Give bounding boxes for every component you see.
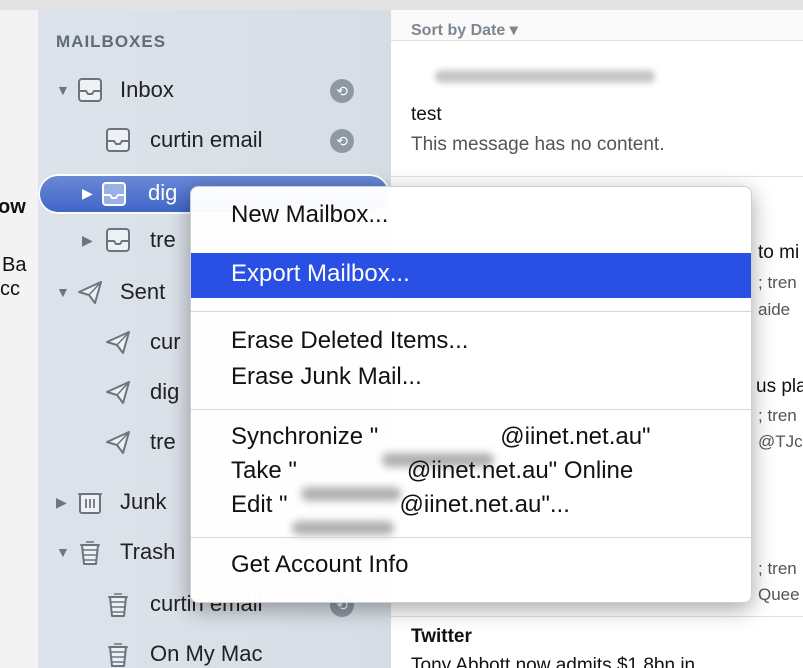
sidebar-item-label: tre xyxy=(150,227,176,252)
disclosure-triangle[interactable]: ▼ xyxy=(56,82,70,98)
inbox-tray-icon xyxy=(106,128,130,152)
sidebar-item-label: dig xyxy=(148,180,178,205)
menu-separator xyxy=(191,409,751,410)
menu-item-label: Export Mailbox... xyxy=(231,260,410,287)
partial-text: Quee xyxy=(758,585,800,604)
menu-item-new-mailbox[interactable]: New Mailbox... xyxy=(231,201,388,229)
partial-text: to mi xyxy=(758,242,800,263)
sidebar-item-label: Sent xyxy=(120,279,166,304)
menu-item-label: @iinet.net.au" xyxy=(500,423,651,450)
sidebar-item-inbox[interactable]: ▼ Inbox ⟲ xyxy=(38,70,391,114)
divider xyxy=(391,616,803,617)
disclosure-triangle[interactable]: ▶ xyxy=(82,232,93,249)
fragment-text: cc xyxy=(0,278,20,300)
menu-item-label: @iinet.net.au"... xyxy=(399,491,570,518)
paper-plane-icon xyxy=(106,381,130,404)
inbox-tray-icon xyxy=(106,228,130,252)
paper-plane-icon xyxy=(78,281,102,304)
menu-item-synchronize[interactable]: Synchronize " @iinet.net.au" xyxy=(231,423,651,467)
menu-item-label: Edit " xyxy=(231,491,288,518)
menu-item-get-account-info[interactable]: Get Account Info xyxy=(231,551,408,579)
sync-activity-icon: ⟲ xyxy=(330,129,354,153)
sidebar-item-label: On My Mac xyxy=(150,641,263,666)
menu-item-edit-account[interactable]: Edit " @iinet.net.au"... xyxy=(231,491,570,535)
message-subject: Tony Abbott now admits $1.8bn in xyxy=(411,655,696,668)
trash-can-icon xyxy=(108,643,128,667)
sidebar-item-label: dig xyxy=(150,379,180,404)
message-sender: Twitter xyxy=(411,626,472,647)
partial-text: ; tren xyxy=(758,273,797,292)
partial-text: aide xyxy=(758,300,791,319)
junk-bin-icon xyxy=(78,493,102,514)
mailbox-context-menu: New Mailbox... Export Mailbox... Erase D… xyxy=(190,186,752,603)
redacted-sender xyxy=(435,70,655,83)
sidebar-item-curtin-email[interactable]: curtin email ⟲ xyxy=(38,120,391,164)
menu-item-export-mailbox[interactable]: Export Mailbox... xyxy=(191,253,751,298)
inbox-tray-icon xyxy=(78,78,102,102)
disclosure-triangle[interactable]: ▶ xyxy=(82,185,93,202)
sidebar-item-label: Junk xyxy=(120,489,167,514)
sidebar-item-label: Inbox xyxy=(120,77,174,102)
disclosure-triangle[interactable]: ▼ xyxy=(56,544,70,560)
partial-text: ; tren xyxy=(758,559,797,578)
sort-by-date-button[interactable]: Sort by Date ▾ xyxy=(411,20,518,40)
partial-text: ; tren xyxy=(758,406,797,425)
menu-separator xyxy=(191,537,751,538)
sidebar-item-label: cur xyxy=(150,329,181,354)
partial-text: us pla xyxy=(756,376,803,397)
message-preview: This message has no content. xyxy=(411,134,665,155)
sidebar-item-label: curtin email xyxy=(150,127,263,152)
menu-item-erase-junk-mail[interactable]: Erase Junk Mail... xyxy=(231,363,422,391)
partial-text: @TJc xyxy=(758,432,803,451)
inbox-tray-icon xyxy=(102,182,126,206)
sidebar-item-label: Trash xyxy=(120,539,176,564)
sort-bar[interactable]: Sort by Date ▾ xyxy=(391,10,803,41)
fragment-text: ow xyxy=(0,196,26,218)
sidebar-item-label: tre xyxy=(150,429,176,454)
fragment-text: Ba xyxy=(2,254,27,276)
divider xyxy=(391,176,803,177)
sidebar-item-on-my-mac[interactable]: On My Mac xyxy=(38,634,391,668)
message-subject: test xyxy=(411,104,442,125)
background-window-fragment: ow Ba cc xyxy=(0,10,39,668)
disclosure-triangle[interactable]: ▼ xyxy=(56,284,70,300)
menu-item-take-online[interactable]: Take " @iinet.net.au" Online xyxy=(231,457,634,501)
sync-activity-icon: ⟲ xyxy=(330,79,354,103)
menu-item-label: Synchronize " xyxy=(231,423,379,450)
paper-plane-icon xyxy=(106,331,130,354)
menu-item-label: Take " xyxy=(231,457,297,484)
menu-item-erase-deleted-items[interactable]: Erase Deleted Items... xyxy=(231,327,468,355)
disclosure-triangle[interactable]: ▶ xyxy=(56,494,67,511)
trash-can-icon xyxy=(108,593,128,617)
paper-plane-icon xyxy=(106,431,130,454)
trash-can-icon xyxy=(80,541,100,565)
sidebar-header: MAILBOXES xyxy=(56,32,167,51)
menu-separator xyxy=(191,311,751,312)
menu-item-label: @iinet.net.au" Online xyxy=(406,457,634,484)
